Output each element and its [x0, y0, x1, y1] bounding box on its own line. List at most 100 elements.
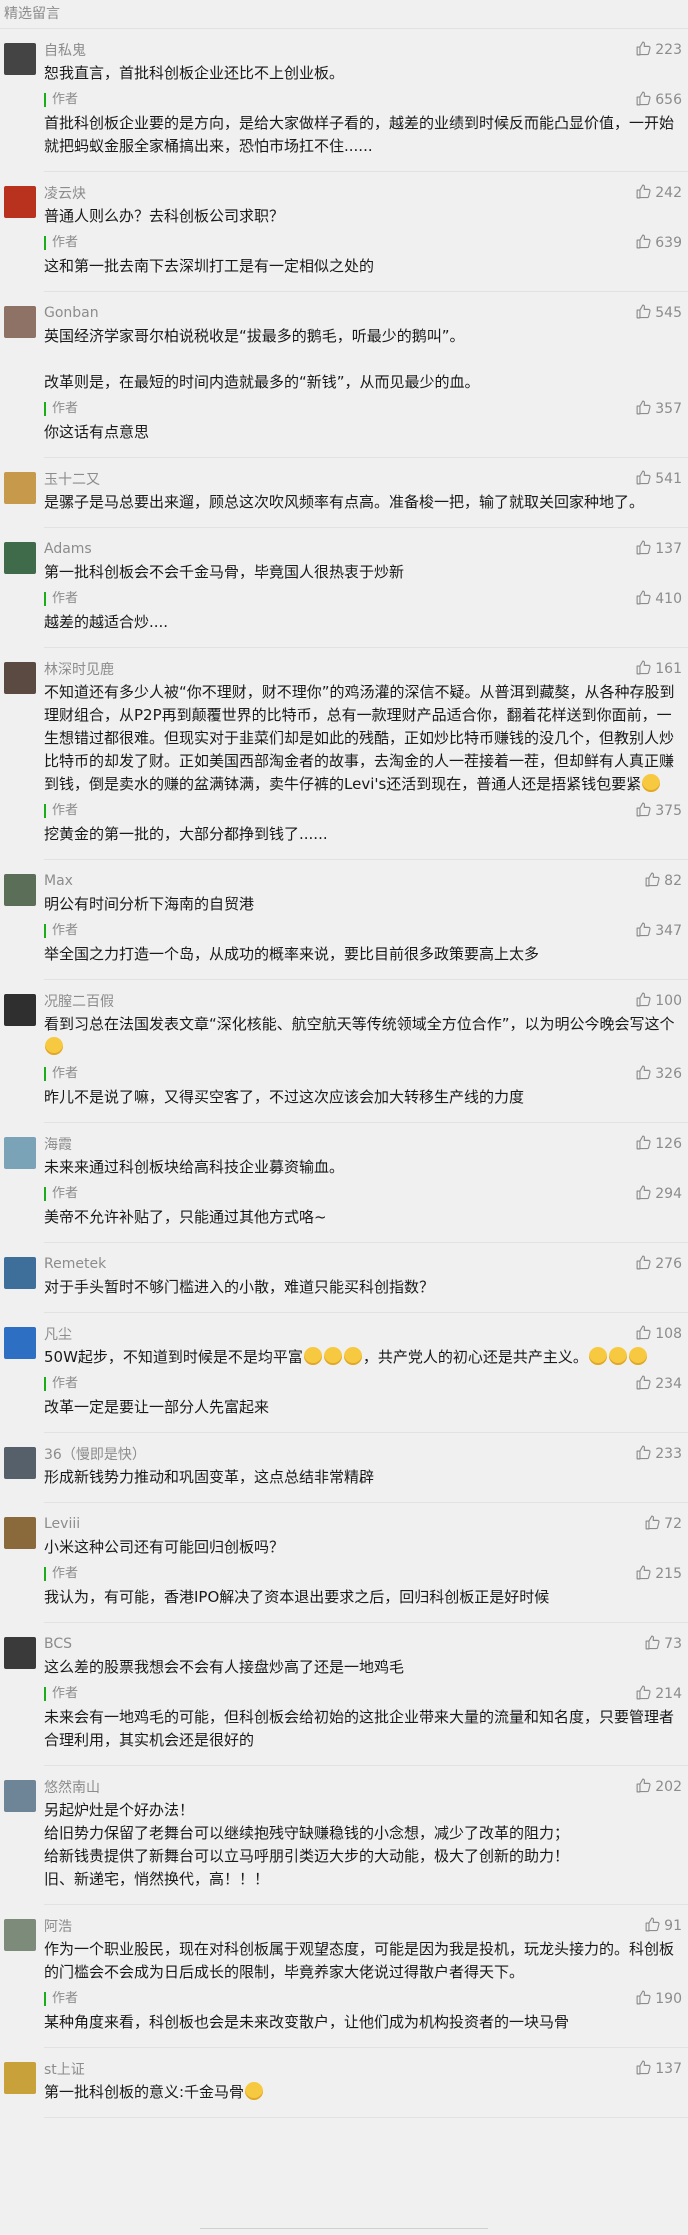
- commenter-name[interactable]: Leviii: [44, 1516, 80, 1532]
- avatar[interactable]: [4, 1517, 36, 1549]
- reply-text: 美帝不允许补贴了，只能通过其他方式咯~: [44, 1208, 327, 1226]
- commenter-name[interactable]: Gonban: [44, 305, 99, 321]
- author-label: 作者: [44, 1187, 78, 1201]
- avatar[interactable]: [4, 1447, 36, 1479]
- commenter-name[interactable]: 自私鬼: [44, 40, 86, 60]
- reply-text: 改革一定是要让一部分人先富起来: [44, 1398, 270, 1416]
- comment-like-button[interactable]: 223: [635, 40, 682, 61]
- commenter-name[interactable]: st上证: [44, 2059, 85, 2079]
- avatar[interactable]: [4, 306, 36, 338]
- comment-like-button[interactable]: 100: [635, 991, 682, 1012]
- comment-like-button[interactable]: 541: [635, 469, 682, 490]
- reply-like-button[interactable]: 234: [635, 1374, 682, 1395]
- commenter-name[interactable]: 况膣二百假: [44, 991, 114, 1011]
- thumbs-up-icon: [635, 1777, 652, 1798]
- avatar[interactable]: [4, 1919, 36, 1951]
- reply-like-button[interactable]: 357: [635, 399, 682, 420]
- comment-like-count: 82: [664, 873, 682, 889]
- reply-like-button[interactable]: 410: [635, 589, 682, 610]
- comment-text-main: 普通人则么办？去科创板公司求职？: [44, 207, 285, 225]
- commenter-name[interactable]: 悠然南山: [44, 1777, 100, 1797]
- comment-item: 海霞 126 未来来通过科创板块给高科技企业募资输血。 作者 294 美帝不允许补贴了，只…: [4, 1123, 688, 1243]
- avatar[interactable]: [4, 1257, 36, 1289]
- comment-like-button[interactable]: 233: [635, 1444, 682, 1465]
- commenter-name[interactable]: Adams: [44, 541, 92, 557]
- avatar[interactable]: [4, 472, 36, 504]
- commenter-name[interactable]: 玉十二又: [44, 469, 100, 489]
- thumbs-up-icon: [635, 659, 652, 680]
- author-label: 作者: [44, 1992, 78, 2006]
- comment-like-button[interactable]: 82: [644, 871, 682, 892]
- avatar[interactable]: [4, 43, 36, 75]
- section-title: 精选留言: [0, 0, 688, 29]
- commenter-name[interactable]: 海霞: [44, 1134, 72, 1154]
- comment-text-main: 第一批科创板的意义:千金马骨: [44, 2083, 245, 2101]
- commenter-name[interactable]: Max: [44, 873, 73, 889]
- reply-like-button[interactable]: 326: [635, 1064, 682, 1085]
- comment-like-button[interactable]: 242: [635, 183, 682, 204]
- comment-like-button[interactable]: 276: [635, 1254, 682, 1275]
- avatar[interactable]: [4, 2062, 36, 2094]
- comment-like-count: 161: [655, 661, 682, 677]
- thumbs-up-icon: [644, 1514, 661, 1535]
- comment-like-button[interactable]: 126: [635, 1134, 682, 1155]
- commenter-name[interactable]: 林深时见鹿: [44, 659, 114, 679]
- bottom-bar: [0, 2219, 688, 2235]
- avatar[interactable]: [4, 874, 36, 906]
- comment-like-button[interactable]: 202: [635, 1777, 682, 1798]
- smiley-emoji-icon: [642, 774, 661, 792]
- commenter-name[interactable]: 阿浩: [44, 1916, 72, 1936]
- avatar[interactable]: [4, 1780, 36, 1812]
- thumbs-up-icon: [635, 1374, 652, 1395]
- reply-like-button[interactable]: 656: [635, 90, 682, 111]
- comment-text: 形成新钱势力推动和巩固变革，这点总结非常精辟: [44, 1466, 682, 1489]
- comment-like-button[interactable]: 108: [635, 1324, 682, 1345]
- comment-like-count: 100: [655, 993, 682, 1009]
- comment-item: 凌云炔 242 普通人则么办？去科创板公司求职？ 作者 639 这和第一批去南下去深圳打工…: [4, 172, 688, 292]
- reply-like-button[interactable]: 190: [635, 1989, 682, 2010]
- avatar[interactable]: [4, 542, 36, 574]
- comment-text-main: 作为一个职业股民，现在对科创板属于观望态度，可能是因为我是投机，玩龙头接力的。科…: [44, 1940, 675, 1981]
- comment-like-button[interactable]: 137: [635, 2059, 682, 2080]
- reply-like-button[interactable]: 347: [635, 921, 682, 942]
- author-label: 作者: [44, 402, 78, 416]
- avatar[interactable]: [4, 1327, 36, 1359]
- reply-like-count: 656: [655, 92, 682, 108]
- thumbs-up-icon: [635, 921, 652, 942]
- reply-like-button[interactable]: 375: [635, 801, 682, 822]
- author-reply: 作者 410 越差的越适合炒....: [44, 588, 682, 634]
- thumbs-up-icon: [635, 90, 652, 111]
- comment-like-button[interactable]: 137: [635, 539, 682, 560]
- smiley-emoji-icon: [323, 1347, 342, 1365]
- commenter-name[interactable]: BCS: [44, 1636, 72, 1652]
- commenter-name[interactable]: Remetek: [44, 1256, 106, 1272]
- smiley-emoji-icon: [303, 1347, 322, 1365]
- reply-like-button[interactable]: 215: [635, 1564, 682, 1585]
- author-label: 作者: [44, 236, 78, 250]
- comment-like-button[interactable]: 161: [635, 659, 682, 680]
- commenter-name[interactable]: 36（慢即是快）: [44, 1444, 146, 1464]
- avatar[interactable]: [4, 1137, 36, 1169]
- reply-like-button[interactable]: 294: [635, 1184, 682, 1205]
- avatar[interactable]: [4, 994, 36, 1026]
- reply-like-button[interactable]: 639: [635, 233, 682, 254]
- reply-like-button[interactable]: 214: [635, 1684, 682, 1705]
- comment-item: Adams 137 第一批科创板会不会千金马骨，毕竟国人很热衷于炒新作者 410 越差的…: [4, 528, 688, 648]
- thumbs-up-icon: [635, 801, 652, 822]
- commenter-name[interactable]: 凡尘: [44, 1324, 72, 1344]
- comment-like-button[interactable]: 545: [635, 303, 682, 324]
- comment-like-button[interactable]: 72: [644, 1514, 682, 1535]
- avatar[interactable]: [4, 186, 36, 218]
- comment-text-main: 第一批科创板会不会千金马骨，毕竟国人很热衷于炒新: [44, 563, 405, 581]
- comment-like-button[interactable]: 91: [644, 1916, 682, 1937]
- comment-like-button[interactable]: 73: [644, 1634, 682, 1655]
- author-label: 作者: [44, 1687, 78, 1701]
- reply-text: 昨儿不是说了嘛，又得买空客了，不过这次应该会加大转移生产线的力度: [44, 1088, 525, 1106]
- comment-item: 自私鬼 223 恕我直言，首批科创板企业还比不上创业板。 作者 656 首批科创板企业要的…: [4, 29, 688, 172]
- author-reply: 作者 294 美帝不允许补贴了，只能通过其他方式咯~: [44, 1183, 682, 1229]
- avatar[interactable]: [4, 1637, 36, 1669]
- comment-text: 50W起步，不知道到时候是不是均平富 ，共产党人的初心还是共产主义。: [44, 1346, 682, 1369]
- author-reply: 作者 375 挖黄金的第一批的，大部分都挣到钱了......: [44, 800, 682, 846]
- commenter-name[interactable]: 凌云炔: [44, 183, 86, 203]
- avatar[interactable]: [4, 662, 36, 694]
